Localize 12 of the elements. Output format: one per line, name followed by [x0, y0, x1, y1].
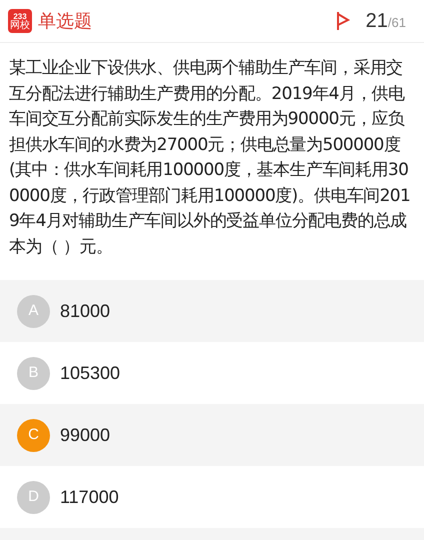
question-total: /61	[388, 14, 406, 32]
logo-icon: 233 网校	[8, 9, 32, 33]
option-text: 105300	[60, 362, 120, 384]
question-number: 21	[366, 9, 388, 34]
page-title: 单选题	[38, 10, 92, 32]
option-text: 81000	[60, 300, 110, 322]
option-text: 99000	[60, 424, 110, 446]
question-text: 某工业企业下设供水、供电两个辅助生产车间，采用交互分配法进行辅助生产费用的分配。2019年4月，供电车间交互分配前实际发生的生产费用为90000元，应负担供水车间的水费为27000元；供电总量为500000度(其中：供水车间耗用100000度，基本生产车间耗用300000度，行政管理部门耗用100000度)。供电车间2019年4月对辅助生产车间以外的受益单位分配电费的总成本为（ ）元。	[8, 57, 412, 258]
option-text: 117000	[60, 486, 119, 508]
answer-option[interactable]: C 99000	[0, 404, 424, 466]
option-letter: C	[17, 418, 50, 452]
flag-icon[interactable]	[336, 11, 350, 31]
